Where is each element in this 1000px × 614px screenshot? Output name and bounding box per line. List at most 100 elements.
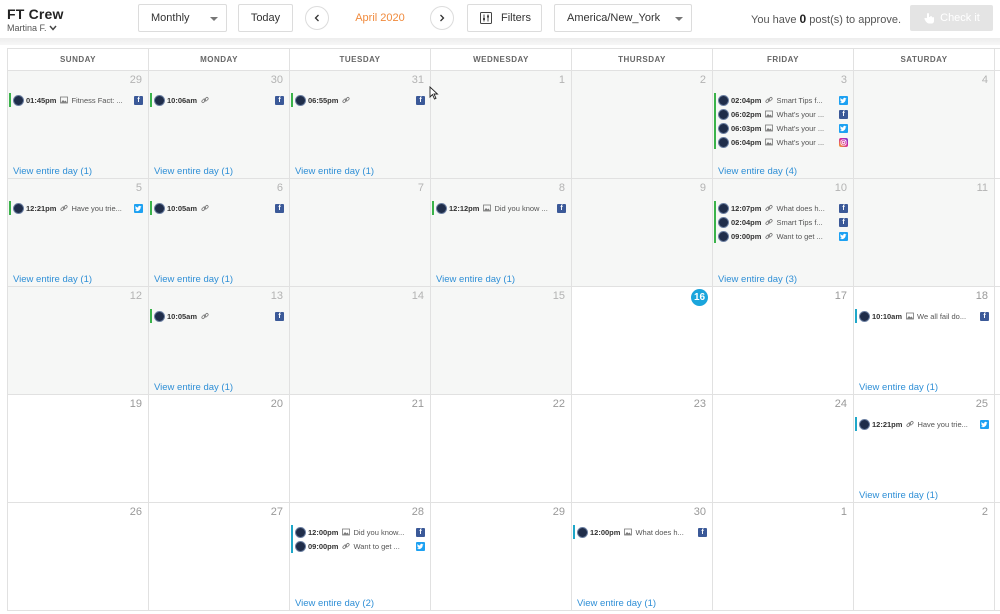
avatar <box>718 122 729 134</box>
calendar-day-cell[interactable]: 22 <box>431 395 572 502</box>
calendar-day-cell[interactable]: 4 <box>854 71 995 178</box>
post-preview-text: Want to get ... <box>353 541 400 551</box>
post-time: 06:55pm <box>308 95 339 105</box>
view-mode-select[interactable]: Monthly <box>138 4 227 32</box>
calendar-day-cell[interactable]: 1 <box>431 71 572 178</box>
link-icon <box>342 96 351 104</box>
view-entire-day-link[interactable]: View entire day (1) <box>13 166 92 177</box>
avatar <box>718 94 729 106</box>
filters-button[interactable]: Filters <box>467 4 542 32</box>
day-number: 19 <box>129 398 142 410</box>
view-entire-day-link[interactable]: View entire day (1) <box>577 598 656 609</box>
calendar-day-cell[interactable]: 18 10:10am We all fail do... f View entire d… <box>854 287 995 394</box>
calendar-day-cell[interactable]: 11 <box>854 179 995 286</box>
calendar-day-cell[interactable]: 14 <box>290 287 431 394</box>
user-menu[interactable]: Martina F. <box>7 23 64 33</box>
scheduled-post[interactable]: 10:06am f <box>150 93 284 107</box>
view-entire-day-link[interactable]: View entire day (4) <box>718 166 797 177</box>
calendar-day-cell[interactable]: 17 <box>713 287 854 394</box>
twitter-icon <box>134 203 143 213</box>
post-time: 06:03pm <box>731 123 762 133</box>
calendar-day-cell[interactable]: 13 10:05am f View entire day (1) <box>149 287 290 394</box>
calendar-day-cell[interactable]: 29 <box>431 503 572 610</box>
view-entire-day-link[interactable]: View entire day (1) <box>154 382 233 393</box>
view-entire-day-link[interactable]: View entire day (1) <box>154 166 233 177</box>
twitter-icon <box>980 419 989 429</box>
calendar-day-cell[interactable]: 29 01:45pm Fitness Fact: ... f View entire d… <box>8 71 149 178</box>
view-entire-day-link[interactable]: View entire day (1) <box>436 274 515 285</box>
calendar-day-cell[interactable]: 25 12:21pm Have you trie... View entire day… <box>854 395 995 502</box>
scheduled-post[interactable]: 06:03pm What's your ... <box>714 121 848 135</box>
scheduled-post[interactable]: 12:21pm Have you trie... <box>9 201 143 215</box>
calendar-day-cell[interactable]: 30 12:00pm What does h... f View entire day … <box>572 503 713 610</box>
scheduled-post[interactable]: 01:45pm Fitness Fact: ... f <box>9 93 143 107</box>
view-entire-day-link[interactable]: View entire day (1) <box>859 382 938 393</box>
calendar-day-cell[interactable]: 3 02:04pm Smart Tips f... 06:02pm What's you… <box>713 71 854 178</box>
calendar-day-cell[interactable]: 10 12:07pm What does h... f 02:04pm Smart Tip… <box>713 179 854 286</box>
post-time: 12:21pm <box>872 419 903 429</box>
calendar-day-cell[interactable]: 1 <box>713 503 854 610</box>
avatar <box>718 230 729 242</box>
scheduled-post[interactable]: 09:00pm Want to get ... <box>714 229 848 243</box>
view-entire-day-link[interactable]: View entire day (1) <box>154 274 233 285</box>
calendar-day-cell[interactable]: 28 12:00pm Did you know... f 09:00pm Want to … <box>290 503 431 610</box>
timezone-select[interactable]: America/New_York <box>554 4 692 32</box>
calendar-day-cell[interactable]: 15 <box>431 287 572 394</box>
calendar-day-cell[interactable]: 7 <box>290 179 431 286</box>
image-icon <box>765 110 774 118</box>
calendar-day-cell[interactable]: 30 10:06am f View entire day (1) <box>149 71 290 178</box>
avatar <box>295 94 306 106</box>
view-entire-day-link[interactable]: View entire day (1) <box>13 274 92 285</box>
day-number: 29 <box>552 506 565 518</box>
workspace-title: FT Crew <box>7 6 64 22</box>
check-it-button[interactable]: Check it <box>910 5 993 31</box>
previous-month-button[interactable] <box>305 6 329 30</box>
calendar-day-cell[interactable]: 2 <box>572 71 713 178</box>
scheduled-post[interactable]: 12:07pm What does h... f <box>714 201 848 215</box>
calendar-day-cell[interactable]: 20 <box>149 395 290 502</box>
view-entire-day-link[interactable]: View entire day (1) <box>295 166 374 177</box>
calendar-day-cell[interactable]: 2 <box>854 503 995 610</box>
day-number: 2 <box>981 506 988 518</box>
scheduled-post[interactable]: 12:00pm Did you know... f <box>291 525 425 539</box>
calendar-day-cell[interactable]: 8 12:12pm Did you know ... f View entire day… <box>431 179 572 286</box>
day-number: 20 <box>270 398 283 410</box>
post-preview-text: What does h... <box>776 203 825 213</box>
calendar-day-cell[interactable]: 16 <box>572 287 713 394</box>
calendar-day-cell[interactable]: 12 <box>8 287 149 394</box>
view-entire-day-link[interactable]: View entire day (2) <box>295 598 374 609</box>
calendar-day-cell[interactable]: 6 10:05am f View entire day (1) <box>149 179 290 286</box>
calendar-day-cell[interactable]: 5 12:21pm Have you trie... View entire day … <box>8 179 149 286</box>
scheduled-post[interactable]: 12:12pm Did you know ... f <box>432 201 566 215</box>
avatar <box>718 216 729 228</box>
scheduled-post[interactable]: 02:04pm Smart Tips f... <box>714 93 848 107</box>
scheduled-post[interactable]: 10:05am f <box>150 201 284 215</box>
workspace-switcher[interactable]: FT Crew Martina F. <box>7 6 64 33</box>
day-number: 13 <box>270 290 283 302</box>
calendar-day-cell[interactable]: 31 06:55pm f View entire day (1) <box>290 71 431 178</box>
scheduled-post[interactable]: 12:00pm What does h... f <box>573 525 707 539</box>
scheduled-post[interactable]: 02:04pm Smart Tips f... f <box>714 215 848 229</box>
calendar-day-cell[interactable]: 27 <box>149 503 290 610</box>
scheduled-post[interactable]: 10:10am We all fail do... f <box>855 309 989 323</box>
view-entire-day-link[interactable]: View entire day (1) <box>859 490 938 501</box>
calendar-day-cell[interactable]: 19 <box>8 395 149 502</box>
calendar-day-cell[interactable]: 9 <box>572 179 713 286</box>
calendar-day-cell[interactable]: 24 <box>713 395 854 502</box>
today-button[interactable]: Today <box>238 4 293 32</box>
next-month-button[interactable] <box>430 6 454 30</box>
post-list: 10:05am f <box>150 309 284 323</box>
scheduled-post[interactable]: 10:05am f <box>150 309 284 323</box>
calendar-week-row: 12 13 10:05am f View entire day (1) 14 15 16 17 1… <box>8 287 1000 395</box>
scheduled-post[interactable]: 06:04pm What's your ... <box>714 135 848 149</box>
scheduled-post[interactable]: 06:02pm What's your ... f <box>714 107 848 121</box>
view-entire-day-link[interactable]: View entire day (3) <box>718 274 797 285</box>
calendar-day-cell[interactable]: 26 <box>8 503 149 610</box>
calendar-day-cell[interactable]: 21 <box>290 395 431 502</box>
day-number: 27 <box>270 506 283 518</box>
scheduled-post[interactable]: 09:00pm Want to get ... <box>291 539 425 553</box>
calendar-day-cell[interactable]: 23 <box>572 395 713 502</box>
weekday-header: SUNDAY MONDAY TUESDAY WEDNESDAY THURSDAY FRID… <box>8 48 1000 71</box>
scheduled-post[interactable]: 12:21pm Have you trie... <box>855 417 989 431</box>
scheduled-post[interactable]: 06:55pm f <box>291 93 425 107</box>
